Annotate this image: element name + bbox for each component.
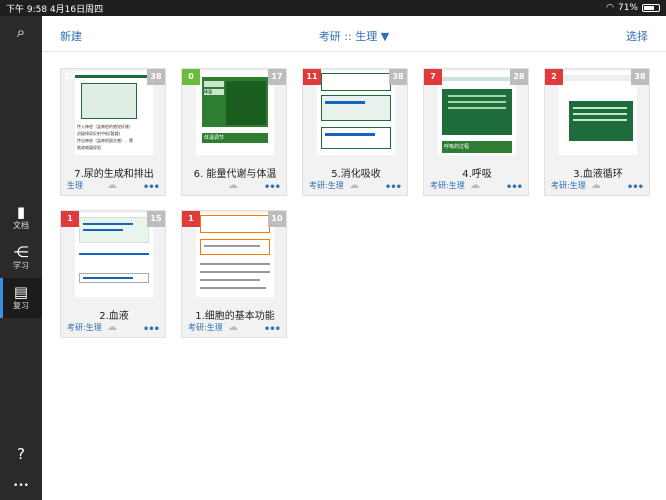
share-nodes-icon: ⋲: [13, 243, 29, 261]
status-bar: 下午 9:58 4月16日周四 ◠ 71%: [0, 0, 666, 16]
more-options-icon[interactable]: •••: [264, 324, 281, 335]
deck-thumbnail: 呼吸的过程: [438, 71, 516, 155]
deck-thumbnail: [317, 71, 395, 155]
more-options-icon[interactable]: •••: [143, 324, 160, 335]
deck-title: 7.尿的生成和排出: [74, 169, 154, 180]
thumb-text-line: 胱收缩逼尿肌: [77, 145, 101, 150]
thumb-text-line: 传出神经（盆神经副交感）、膀: [77, 138, 133, 143]
more-options-icon[interactable]: •••: [264, 182, 281, 193]
due-badge: 23: [64, 72, 76, 81]
card-count: 38: [389, 69, 407, 85]
sidebar-item-label: 学习: [13, 261, 29, 270]
deck-thumbnail: [559, 71, 637, 155]
deck-card[interactable]: 2 38 3.血液循环 考研:生理 ☁ •••: [544, 68, 650, 196]
battery-icon: [642, 4, 660, 12]
deck-tag[interactable]: 考研:生理: [188, 322, 223, 333]
help-button[interactable]: ?: [0, 446, 42, 462]
deck-card[interactable]: 传入神经（盆神经的感觉纤维） 初级排尿反射中枢(骶髓) 传出神经（盆神经副交感）…: [60, 68, 166, 196]
deck-tag[interactable]: 生理: [67, 180, 83, 191]
deck-card[interactable]: 体温调节 体温 0 17 6. 能量代谢与体温 ☁ •••: [181, 68, 287, 196]
select-button[interactable]: 选择: [626, 28, 648, 44]
due-badge: 11: [303, 69, 321, 85]
cloud-icon: ☁: [228, 180, 238, 191]
battery-fill: [644, 6, 654, 10]
more-options-icon[interactable]: •••: [143, 182, 160, 193]
deck-card[interactable]: 呼吸的过程 7 28 4.呼吸 考研:生理 ☁ •••: [423, 68, 529, 196]
deck-tag[interactable]: 考研:生理: [551, 180, 586, 191]
deck-title: 4.呼吸: [462, 169, 492, 180]
status-right: ◠ 71%: [606, 3, 660, 13]
deck-card[interactable]: 1 15 2.血液 考研:生理 ☁ •••: [60, 210, 166, 338]
more-options-icon[interactable]: •••: [627, 182, 644, 193]
deck-thumbnail: [196, 213, 274, 297]
deck-thumbnail: [75, 213, 153, 297]
card-count: 38: [147, 69, 165, 85]
sidebar-item-study[interactable]: ⋲ 学习: [0, 242, 42, 276]
deck-thumbnail: 传入神经（盆神经的感觉纤维） 初级排尿反射中枢(骶髓) 传出神经（盆神经副交感）…: [75, 71, 153, 155]
due-badge: 1: [61, 211, 79, 227]
card-count: 17: [268, 69, 286, 85]
card-count: 38: [631, 69, 649, 85]
deck-tag[interactable]: 考研:生理: [309, 180, 344, 191]
deck-title-dropdown[interactable]: 考研 :: 生理 ▼: [42, 28, 666, 44]
card-count: 28: [510, 69, 528, 85]
card-count: 10: [268, 211, 286, 227]
thumb-text-line: 传入神经（盆神经的感觉纤维）: [77, 124, 133, 129]
due-badge: 2: [545, 69, 563, 85]
sidebar-item-label: 复习: [13, 301, 29, 310]
deck-thumbnail: 体温调节 体温: [196, 71, 274, 155]
deck-title: 1.细胞的基本功能: [195, 311, 275, 322]
more-icon: •••: [13, 481, 29, 491]
cloud-icon: ☁: [107, 180, 117, 191]
cloud-icon: ☁: [349, 180, 359, 191]
sidebar-item-review[interactable]: ▤ 复习: [0, 278, 42, 318]
due-badge: 0: [182, 69, 200, 85]
deck-title: 3.血液循环: [573, 169, 623, 180]
deck-title: 6. 能量代谢与体温: [193, 169, 277, 180]
deck-title: 2.血液: [99, 311, 129, 322]
top-bar: 新建 考研 :: 生理 ▼ 选择: [42, 16, 666, 52]
deck-card[interactable]: 11 38 5.消化吸收 考研:生理 ☁ •••: [302, 68, 408, 196]
battery-percent: 71%: [617, 3, 638, 13]
deck-title: 5.消化吸收: [331, 169, 381, 180]
more-options-icon[interactable]: •••: [385, 182, 402, 193]
thumb-text-line: 呼吸的过程: [442, 141, 512, 153]
thumb-text-line: 体温: [204, 89, 224, 95]
due-badge: 7: [424, 69, 442, 85]
cloud-icon: ☁: [470, 180, 480, 191]
cloud-icon: ☁: [228, 322, 238, 333]
cloud-icon: ☁: [591, 180, 601, 191]
more-options-icon[interactable]: •••: [506, 182, 523, 193]
wifi-icon: ◠: [606, 3, 614, 13]
sidebar-item-label: 文档: [13, 221, 29, 230]
search-icon: ⌕: [16, 23, 26, 41]
deck-card[interactable]: 1 10 1.细胞的基本功能 考研:生理 ☁ •••: [181, 210, 287, 338]
deck-tag[interactable]: 考研:生理: [430, 180, 465, 191]
card-count: 15: [147, 211, 165, 227]
clipboard-icon: ▤: [13, 283, 29, 301]
more-button[interactable]: •••: [0, 478, 42, 494]
document-icon: ▮: [16, 203, 26, 221]
thumb-text-line: 初级排尿反射中枢(骶髓): [77, 131, 121, 136]
search-button[interactable]: ⌕: [0, 24, 42, 40]
status-time-date: 下午 9:58 4月16日周四: [6, 4, 104, 15]
sidebar-item-documents[interactable]: ▮ 文档: [0, 202, 42, 236]
thumb-text-line: 体温调节: [202, 133, 268, 143]
due-badge: 1: [182, 211, 200, 227]
sidebar: ⌕ ▮ 文档 ⋲ 学习 ▤ 复习 ? •••: [0, 16, 42, 500]
help-icon: ?: [17, 445, 25, 463]
deck-tag[interactable]: 考研:生理: [67, 322, 102, 333]
cloud-icon: ☁: [107, 322, 117, 333]
